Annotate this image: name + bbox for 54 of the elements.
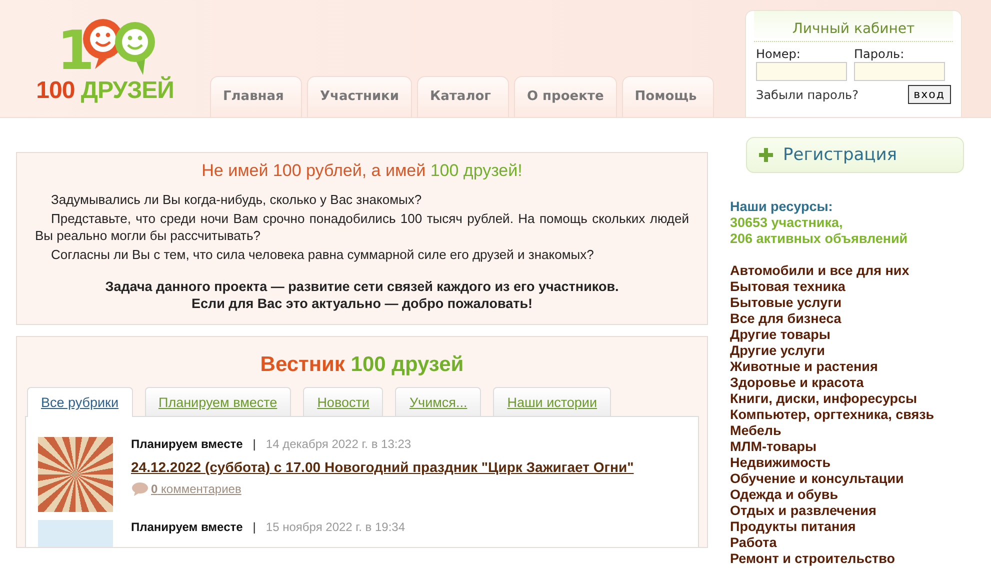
field-label: Пароль: [854,47,906,61]
category-link[interactable]: Работа [730,535,980,551]
category-link[interactable]: Бытовая техника [730,279,980,295]
site-logo-text[interactable]: 100 ДРУЗЕЙ [36,77,174,105]
category-link[interactable]: Мебель [730,423,980,439]
nav-tab[interactable]: О проекте [514,76,617,117]
category-link[interactable]: Другие услуги [730,343,980,359]
intro-title: Не имей 100 рублей, а имей 100 друзей! [200,161,524,181]
logo-drawing: 1 [55,17,159,77]
category-link[interactable]: Все для бизнеса [730,311,980,327]
separator-text: | [252,520,256,534]
category-link[interactable]: Бытовые услуги [730,295,980,311]
category-link[interactable]: Другие товары [730,327,980,343]
number-input[interactable] [756,62,847,81]
register-button[interactable]: Регистрация [746,137,964,173]
category-link[interactable]: Отдых и развлечения [730,503,980,519]
news-title-link[interactable]: 24.12.2022 (суббота) с 17.00 Новогодний праздник "Цирк Зажигает Огни" [131,459,634,475]
news-category: Планируем вместе [131,520,243,534]
nav-tab[interactable]: Участники [307,76,412,117]
login-title: Личный кабинет [754,11,953,42]
news-tab[interactable]: Все рубрики [27,387,132,417]
intro-paragraph: Представьте, что среди ночи Вам срочно понадобились 100 тысяч рублей. На помощь скольких людей Вы реально могли бы рассчитывать? [35,210,689,244]
separator-text: | [252,437,256,451]
resources-title: Наши ресурсы: [730,199,834,215]
speech-bubble-icon [131,482,149,496]
intro-paragraph: Согласны ли Вы с тем, что сила человека равна суммарной силе его друзей и знакомых? [50,246,595,263]
mission-text: Если для Вас это актуально — добро пожаловать! [190,295,534,312]
field-label: Номер: [756,47,802,61]
news-date: 14 декабря 2022 г. в 13:23 [266,437,412,451]
category-link[interactable]: Компьютер, оргтехника, связь [730,407,980,423]
nav-tab[interactable]: Главная [210,76,302,117]
password-input[interactable] [854,62,945,81]
category-link[interactable]: Животные и растения [730,359,980,375]
plus-icon [759,148,773,162]
mission-text: Задача данного проекта — развитие сети связей каждого из его участников. [104,278,620,295]
nav-tab[interactable]: Каталог [416,76,509,117]
category-link[interactable]: Продукты питания [730,519,980,535]
category-link[interactable]: МЛМ-товары [730,439,980,455]
category-link[interactable]: Обучение и консультации [730,471,980,487]
category-link[interactable]: Книги, диски, инфоресурсы [730,391,980,407]
resources-stat: 206 активных объявлений [730,231,909,247]
news-category: Планируем вместе [131,437,243,451]
news-date: 15 ноября 2022 г. в 19:34 [266,520,405,534]
forgot-password-link[interactable]: Забыли пароль? [756,88,858,102]
news-title: Вестник 100 друзей [259,353,465,377]
nav-tab[interactable]: Помощь [622,76,714,117]
category-link[interactable]: Одежда и обувь [730,487,980,503]
category-link[interactable]: Ремонт и строительство [730,551,980,567]
intro-paragraph: Задумывались ли Вы когда-нибудь, сколько у Вас знакомых? [50,191,423,208]
category-link[interactable]: Недвижимость [730,455,980,471]
login-button[interactable]: вход [908,85,951,104]
category-link[interactable]: Здоровье и красота [730,375,980,391]
category-link[interactable]: Автомобили и все для них [730,263,980,279]
resources-stat: 30653 участника, [730,215,844,231]
